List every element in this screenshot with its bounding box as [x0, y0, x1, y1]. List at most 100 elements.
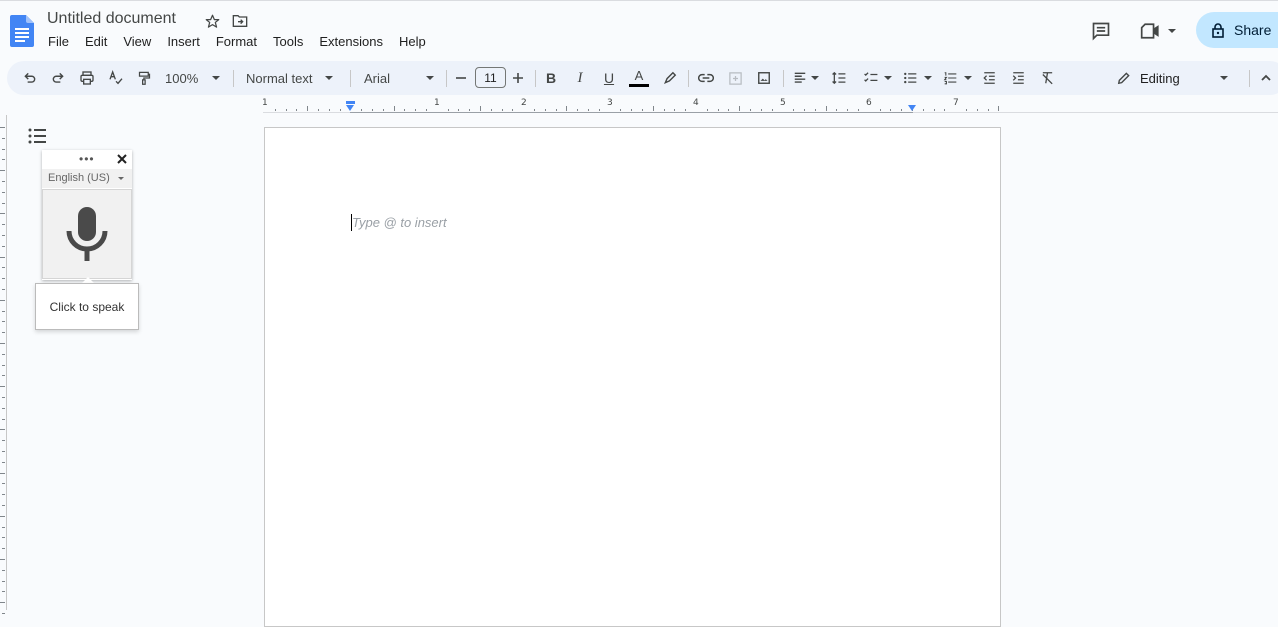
ruler-tick	[0, 386, 5, 387]
click-to-speak-tooltip: Click to speak	[35, 283, 139, 330]
ruler-tick	[2, 451, 5, 452]
document-placeholder[interactable]: Type @ to insert	[352, 215, 447, 230]
chevron-down-icon	[325, 76, 334, 80]
divider	[233, 70, 234, 87]
menu-edit[interactable]: Edit	[77, 33, 115, 50]
print-button[interactable]	[78, 61, 96, 95]
ruler-tick	[469, 109, 470, 111]
highlight-color-button[interactable]	[662, 61, 678, 95]
divider	[783, 70, 784, 87]
header: Untitled document File Edit View Insert …	[0, 1, 1278, 57]
checklist-button[interactable]	[860, 61, 894, 95]
ruler-tick	[642, 109, 643, 111]
language-select[interactable]: English (US)	[42, 169, 132, 188]
left-indent-marker[interactable]	[346, 105, 354, 111]
font-value: Arial	[364, 70, 391, 86]
chevron-down-icon	[1219, 76, 1228, 80]
ruler-tick	[0, 300, 5, 301]
ruler-tick	[0, 516, 5, 517]
comments-icon[interactable]	[1089, 19, 1113, 43]
move-folder-icon[interactable]	[231, 12, 249, 30]
hide-menus-button[interactable]	[1259, 61, 1273, 95]
ruler-tick	[426, 109, 427, 111]
ruler-tick	[383, 109, 384, 111]
share-button[interactable]: Share	[1196, 12, 1278, 48]
undo-button[interactable]	[21, 61, 39, 95]
text-color-button[interactable]: A	[629, 61, 649, 95]
star-icon[interactable]	[203, 12, 221, 30]
ruler-tick	[0, 257, 5, 258]
document-outline-icon[interactable]	[28, 127, 48, 145]
zoom-value: 100%	[165, 70, 199, 86]
ruler-tick	[318, 109, 319, 111]
ruler-tick	[502, 109, 503, 111]
menu-format[interactable]: Format	[208, 33, 265, 50]
underline-button[interactable]: U	[602, 61, 616, 95]
document-title[interactable]: Untitled document	[47, 10, 176, 28]
insert-image-button[interactable]	[756, 61, 772, 95]
increase-indent-button[interactable]	[1009, 61, 1027, 95]
ruler-tick	[2, 440, 5, 441]
insert-link-button[interactable]	[696, 61, 716, 95]
ruler-tick	[275, 109, 276, 111]
editing-mode-value: Editing	[1140, 70, 1180, 86]
menu-view[interactable]: View	[115, 33, 159, 50]
line-spacing-button[interactable]	[830, 61, 848, 95]
spellcheck-button[interactable]	[107, 61, 125, 95]
ruler-label: 1	[262, 98, 268, 108]
menu-insert[interactable]: Insert	[159, 33, 208, 50]
italic-button[interactable]: I	[573, 61, 587, 95]
paragraph-style-select[interactable]: Normal text	[246, 61, 341, 95]
close-icon[interactable]	[115, 152, 129, 166]
menu-tools[interactable]: Tools	[265, 33, 311, 50]
decrease-indent-button[interactable]	[980, 61, 998, 95]
decrease-font-size-button[interactable]	[454, 61, 468, 95]
microphone-button[interactable]	[42, 189, 132, 279]
ruler-tick	[372, 109, 373, 111]
ruler-tick	[566, 106, 567, 111]
ruler-tick	[340, 109, 341, 111]
chevron-down-icon	[426, 76, 435, 80]
font-select[interactable]: Arial	[364, 61, 439, 95]
ruler-tick	[2, 192, 5, 193]
ruler-tick	[2, 408, 5, 409]
bold-button[interactable]: B	[544, 61, 558, 95]
increase-font-size-button[interactable]	[511, 61, 525, 95]
meet-button[interactable]	[1138, 19, 1178, 43]
first-line-indent-marker[interactable]	[346, 101, 355, 104]
menu-help[interactable]: Help	[391, 33, 434, 50]
ruler-tick	[890, 109, 891, 111]
numbered-list-button[interactable]	[940, 61, 974, 95]
editing-mode-select[interactable]: Editing	[1117, 61, 1232, 95]
menu-file[interactable]: File	[40, 33, 77, 50]
ruler-tick	[718, 109, 719, 111]
paint-format-button[interactable]	[135, 61, 153, 95]
horizontal-ruler[interactable]: 1 1 2 3 4 5 6 7	[0, 97, 1278, 113]
ruler-tick	[934, 109, 935, 111]
more-options-icon[interactable]: •••	[79, 152, 95, 166]
insert-comment-button[interactable]	[726, 61, 744, 95]
voice-panel-header[interactable]: •••	[42, 150, 132, 169]
vertical-ruler[interactable]	[0, 115, 7, 614]
right-indent-marker[interactable]	[908, 105, 916, 111]
ruler-tick	[674, 109, 675, 111]
ruler-tick	[458, 109, 459, 111]
document-page[interactable]	[264, 127, 1001, 627]
toolbar: 100% Normal text Arial B I U A Editing	[7, 61, 1278, 95]
ruler-tick	[2, 462, 5, 463]
bulleted-list-button[interactable]	[900, 61, 934, 95]
ruler-tick	[0, 127, 5, 128]
clear-formatting-button[interactable]	[1038, 61, 1056, 95]
ruler-tick	[2, 138, 5, 139]
lock-icon	[1212, 22, 1224, 38]
ruler-tick	[480, 106, 481, 111]
align-select[interactable]	[791, 61, 821, 95]
chevron-down-icon	[212, 76, 221, 80]
zoom-select[interactable]: 100%	[165, 61, 225, 95]
ruler-tick	[836, 109, 837, 111]
redo-button[interactable]	[49, 61, 67, 95]
docs-logo-icon[interactable]	[10, 15, 34, 47]
font-size-input[interactable]: 11	[475, 67, 506, 88]
menu-extensions[interactable]: Extensions	[311, 33, 391, 50]
ruler-tick	[944, 109, 945, 111]
